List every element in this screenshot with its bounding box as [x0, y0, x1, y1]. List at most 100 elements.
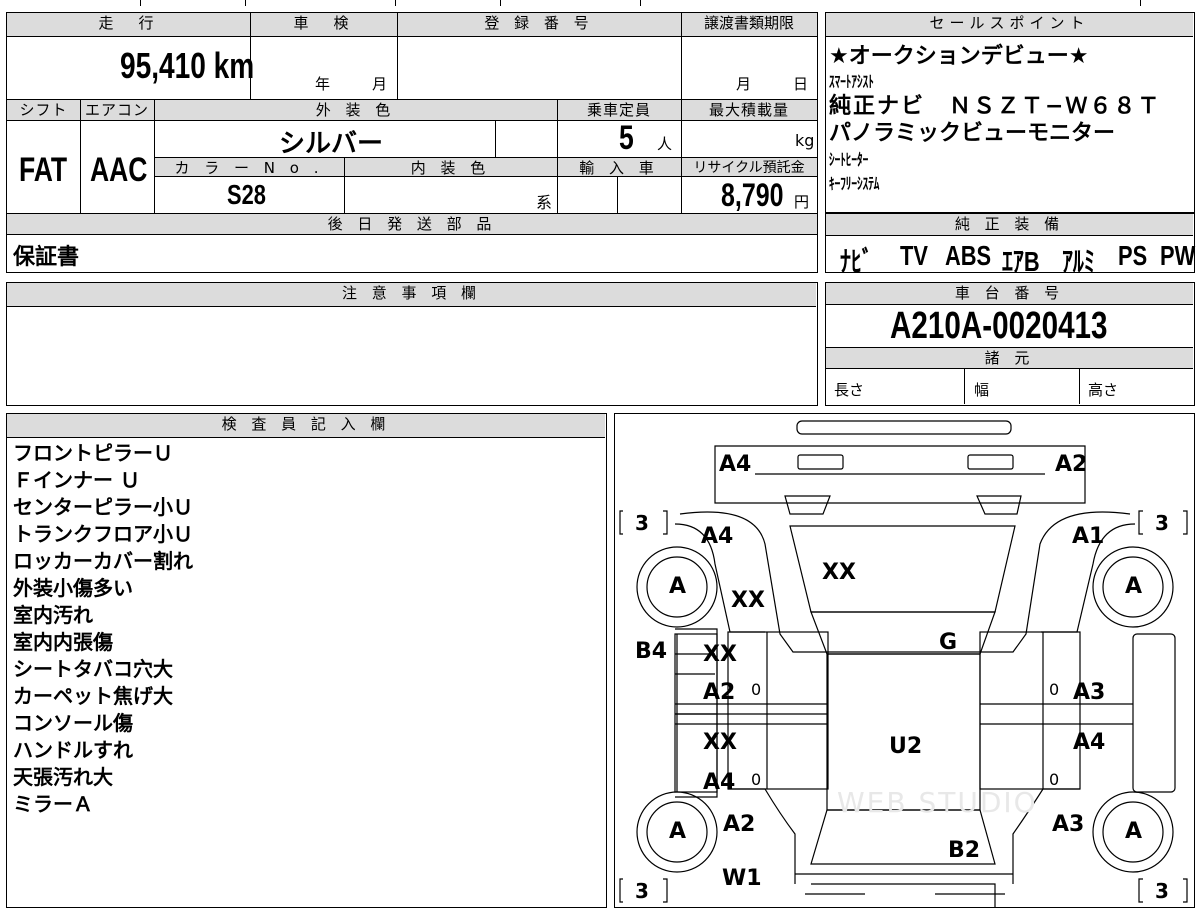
- import-header: 輸 入 車: [557, 157, 681, 177]
- inspection-header: 車 検: [250, 13, 397, 37]
- mark-quarter-left: A2: [723, 812, 756, 837]
- equipment-item-tv: TV: [900, 240, 928, 271]
- inspector-note-line: 室内汚れ: [13, 603, 93, 627]
- damage-diagram: 3 3 3 3 A A A A A4 A2 A4 A1 XX XX G B4 X…: [614, 413, 1195, 908]
- spec-height-label: 高さ: [1088, 381, 1119, 399]
- tire-front-left: A: [669, 574, 687, 599]
- mark-door-rear-left-2: A4: [703, 770, 736, 795]
- tick-mark: 0: [1049, 770, 1060, 789]
- mark-door-front-left-1: XX: [703, 642, 737, 667]
- inspector-note-line: シートタバコ穴大: [13, 657, 173, 681]
- chassis-number: A210A-0020413: [890, 305, 1108, 347]
- top-strip: [0, 0, 1200, 6]
- mileage-value: 95,410 km: [120, 45, 255, 86]
- tire-rear-right: A: [1125, 819, 1143, 844]
- transfer-deadline-header: 譲渡書類期限: [681, 13, 817, 37]
- inspector-note-line: 室内内張傷: [13, 630, 113, 654]
- sales-points-box: セールスポイント ★オークションデビュー★ ｽﾏｰﾄｱｼｽﾄ 純正ナビ ＮＳＺＴ…: [825, 12, 1195, 213]
- sales-point-item: パノラミックビューモニター: [829, 121, 1116, 146]
- inspector-note-line: ロッカーカバー割れ: [13, 549, 193, 573]
- tire-front-right: A: [1125, 574, 1143, 599]
- mark-trunk: B2: [948, 838, 981, 863]
- tread-depth-rr: 3: [1155, 879, 1169, 903]
- transfer-deadline-value: 月 日: [736, 75, 809, 93]
- recycle-fee-header: リサイクル預託金: [681, 157, 817, 177]
- mark-door-front-right: A3: [1073, 680, 1106, 705]
- tread-depth-rl: 3: [635, 879, 649, 903]
- mark-front-right: A2: [1055, 452, 1088, 477]
- spec-width-label: 幅: [974, 381, 990, 399]
- equipment-item-alloy: ｱﾙﾐ: [1062, 246, 1095, 277]
- later-parts-header: 後 日 発 送 部 品: [7, 213, 817, 235]
- capacity-header: 乗車定員: [557, 99, 681, 121]
- inspector-box: 検 査 員 記 入 欄 フロントピラーＵ Ｆインナー Ｕ センターピラー小Ｕ ト…: [6, 413, 607, 908]
- inspector-note-line: 外装小傷多い: [13, 576, 133, 600]
- mark-pillar-left: B4: [635, 639, 668, 664]
- mark-windshield: G: [939, 630, 958, 655]
- tick-mark: 0: [751, 680, 762, 699]
- mark-bonnet: XX: [822, 560, 856, 585]
- specs-header: 諸 元: [826, 347, 1193, 369]
- inspection-value: 年 月: [315, 75, 388, 93]
- sales-point-item: 純正ナビ ＮＳＺＴ−Ｗ６８Ｔ: [829, 94, 1162, 119]
- tread-depth-fr: 3: [1155, 511, 1169, 535]
- equipment-item-ps: PS: [1118, 240, 1148, 271]
- inspector-note-line: 天張汚れ大: [13, 765, 113, 789]
- chassis-header: 車 台 番 号: [826, 283, 1193, 305]
- max-load-header: 最大積載量: [681, 99, 817, 121]
- registration-header: 登 録 番 号: [397, 13, 681, 37]
- later-parts-value: 保証書: [13, 245, 80, 270]
- mileage-header: 走 行: [7, 13, 250, 37]
- sales-points-header: セールスポイント: [826, 13, 1193, 37]
- interior-color-header: 内 装 色: [344, 157, 557, 177]
- inspector-note-line: センターピラー小Ｕ: [13, 495, 193, 519]
- tread-depth-fl: 3: [635, 511, 649, 535]
- recycle-fee-value: 8,790 円: [721, 177, 810, 213]
- equipment-item-abs: ABS: [945, 240, 992, 271]
- equipment-item-navi: ﾅﾋﾞ: [840, 246, 873, 277]
- inspector-note-line: ミラーＡ: [13, 792, 93, 816]
- color-no-header: カ ラ ー N o .: [154, 157, 344, 177]
- inspector-note-line: フロントピラーＵ: [13, 441, 173, 465]
- aircon-value: AAC: [90, 151, 148, 189]
- watermark: WEB STUDIO: [837, 786, 1038, 819]
- shift-value: FAT: [19, 151, 68, 189]
- equipment-header: 純 正 装 備: [826, 214, 1193, 236]
- exterior-color-value: シルバー: [279, 129, 384, 159]
- sales-point-item: ｼｰﾄﾋｰﾀｰ: [829, 150, 869, 169]
- vehicle-info-table: 走 行 車 検 登 録 番 号 譲渡書類期限 95,410 km 年 月 月 日…: [6, 12, 818, 273]
- tick-mark: 0: [751, 770, 762, 789]
- equipment-item-airbag: ｴｱB: [1002, 246, 1040, 277]
- shift-header: シフト: [7, 99, 80, 121]
- mark-door-rear-left-1: XX: [703, 730, 737, 755]
- mark-rear-left: W1: [722, 866, 762, 891]
- mark-fender-right: A1: [1072, 524, 1105, 549]
- aircon-header: エアコン: [80, 99, 154, 121]
- mark-front-left: A4: [719, 452, 752, 477]
- sales-point-item: ｷｰﾌﾘｰｼｽﾃﾑ: [829, 174, 880, 193]
- notes-box: 注 意 事 項 欄: [6, 282, 818, 406]
- equipment-box: 純 正 装 備 ﾅﾋﾞ TV ABS ｴｱB ｱﾙﾐ PS PW: [825, 213, 1196, 277]
- mark-apron-left: XX: [731, 588, 765, 613]
- capacity-value: 5 人: [619, 119, 673, 157]
- sales-point-item: ★オークションデビュー★: [829, 44, 1089, 69]
- tire-rear-left: A: [669, 819, 687, 844]
- sales-point-item: ｽﾏｰﾄｱｼｽﾄ: [829, 72, 874, 91]
- inspector-note-line: トランクフロア小Ｕ: [13, 522, 193, 546]
- color-no-value: S28: [227, 179, 266, 210]
- inspector-note-line: ハンドルすれ: [13, 738, 133, 762]
- mark-fender-left: A4: [701, 524, 734, 549]
- notes-header: 注 意 事 項 欄: [7, 283, 816, 307]
- tick-mark: 0: [1049, 680, 1060, 699]
- inspector-note-line: Ｆインナー Ｕ: [13, 468, 140, 492]
- spec-length-label: 長さ: [834, 381, 865, 399]
- exterior-color-header: 外 装 色: [154, 99, 557, 121]
- inspector-note-line: コンソール傷: [13, 711, 133, 735]
- car-outline-svg: [619, 420, 1188, 907]
- equipment-item-pw: PW: [1160, 240, 1196, 271]
- mark-roof: U2: [889, 734, 923, 759]
- interior-color-value: 系: [536, 193, 553, 212]
- inspector-header: 検 査 員 記 入 欄: [7, 414, 605, 438]
- inspector-note-line: カーペット焦げ大: [13, 684, 173, 708]
- mark-door-front-left-2: A2: [703, 680, 736, 705]
